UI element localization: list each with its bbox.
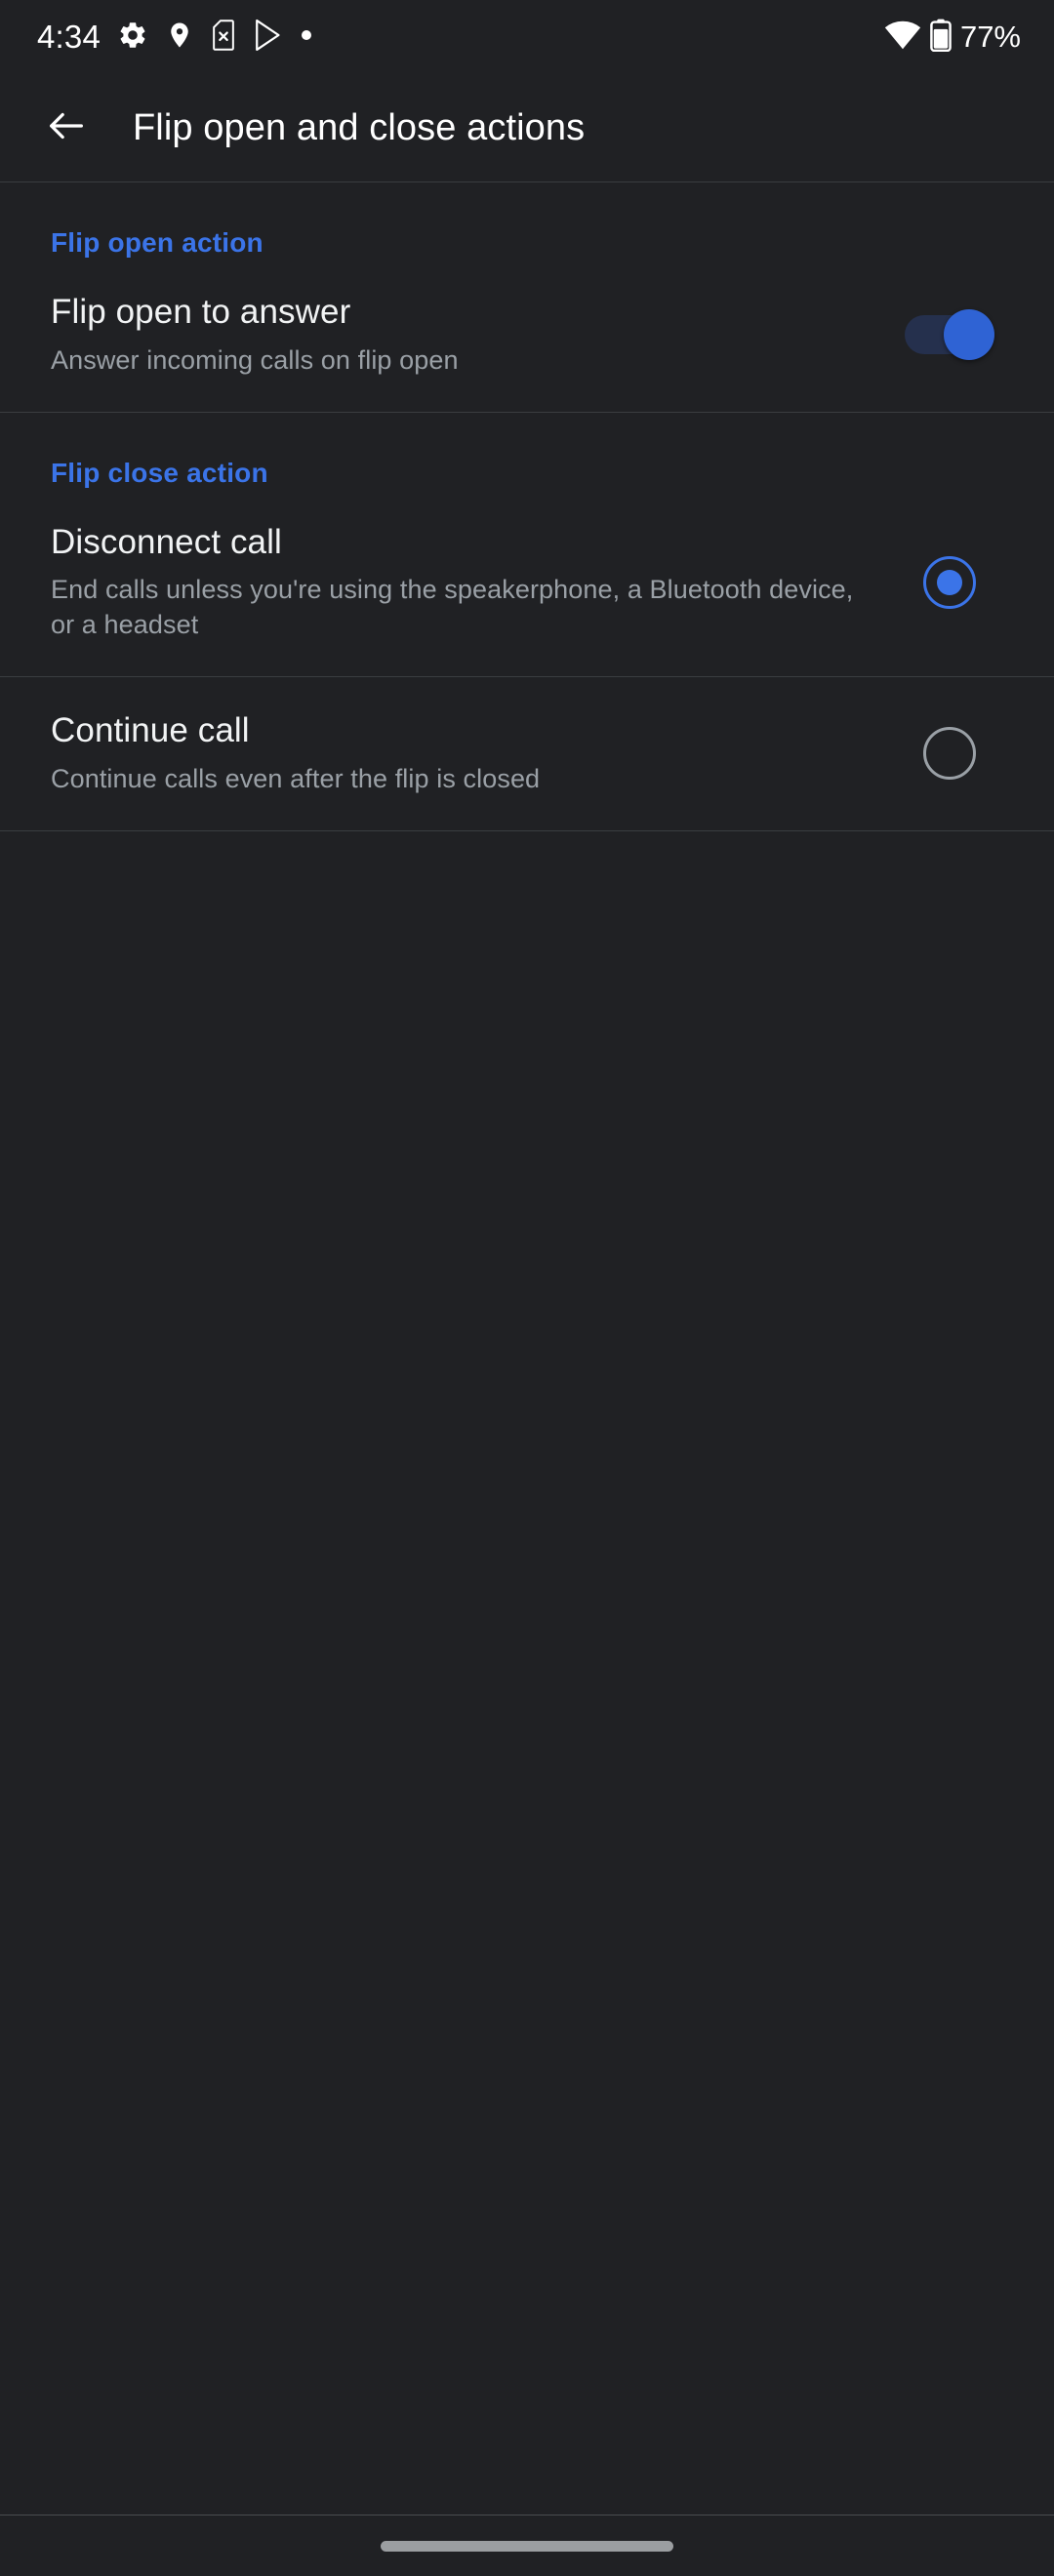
status-bar-right: 77%	[884, 19, 1021, 57]
row-control	[896, 309, 1003, 361]
wifi-icon	[884, 20, 921, 55]
switch-thumb	[944, 309, 994, 361]
sim-card-missing-icon	[211, 19, 236, 56]
status-bar-left: 4:34	[37, 19, 312, 57]
section-header-flip-open-action: Flip open action	[51, 227, 264, 258]
status-bar: 4:34 77%	[0, 0, 1054, 74]
battery-icon	[930, 19, 952, 57]
page-title: Flip open and close actions	[133, 106, 586, 148]
row-flip-open-to-answer[interactable]: Flip open to answer Answer incoming call…	[0, 280, 1054, 412]
continue-call-radio[interactable]	[923, 727, 976, 781]
app-bar: Flip open and close actions	[0, 74, 1054, 181]
row-control	[896, 727, 1003, 781]
battery-percentage: 77%	[959, 20, 1021, 54]
section-flip-open-action: Flip open action Flip open to answer Ans…	[0, 182, 1054, 412]
play-store-icon	[253, 19, 284, 57]
radio-dot	[937, 569, 962, 595]
status-clock: 4:34	[37, 18, 101, 55]
section-header-flip-close-action: Flip close action	[51, 457, 268, 488]
navigation-bar	[0, 2516, 1054, 2576]
row-control	[896, 555, 1003, 609]
row-summary: End calls unless you're using the speake…	[51, 575, 854, 640]
home-gesture-pill[interactable]	[381, 2540, 673, 2552]
disconnect-call-radio[interactable]	[923, 555, 976, 609]
row-text: Flip open to answer Answer incoming call…	[51, 292, 896, 379]
dot-icon	[301, 28, 312, 46]
arrow-back-icon	[44, 103, 89, 153]
location-pin-icon	[165, 20, 194, 56]
row-text: Disconnect call End calls unless you're …	[51, 522, 896, 644]
settings-gear-icon	[117, 20, 148, 56]
row-summary: Continue calls even after the flip is cl…	[51, 763, 541, 793]
divider-bottom	[0, 829, 1054, 831]
back-button[interactable]	[20, 103, 113, 153]
flip-open-to-answer-switch[interactable]	[905, 309, 994, 361]
row-title: Disconnect call	[51, 522, 282, 561]
settings-list: Flip open action Flip open to answer Ans…	[0, 181, 1054, 831]
row-disconnect-call[interactable]: Disconnect call End calls unless you're …	[0, 510, 1054, 677]
section-flip-close-action: Flip close action Disconnect call End ca…	[0, 413, 1054, 830]
row-summary: Answer incoming calls on flip open	[51, 344, 459, 375]
row-continue-call[interactable]: Continue call Continue calls even after …	[0, 677, 1054, 830]
row-text: Continue call Continue calls even after …	[51, 710, 896, 797]
row-title: Continue call	[51, 711, 250, 750]
row-title: Flip open to answer	[51, 293, 351, 331]
